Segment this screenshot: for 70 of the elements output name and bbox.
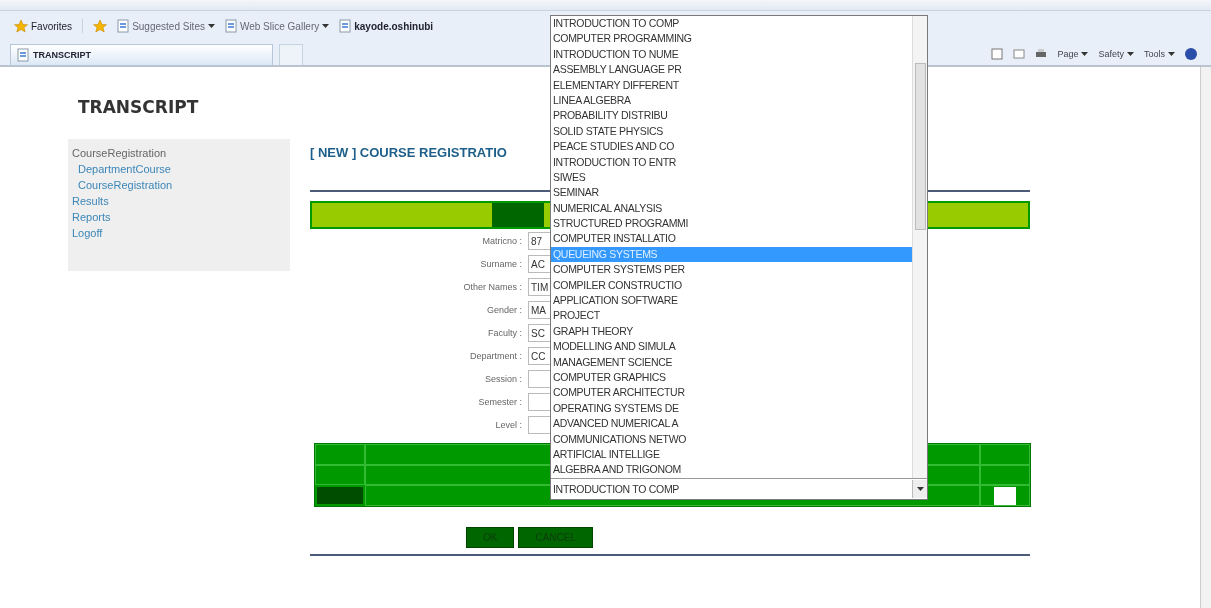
- sidebar-link[interactable]: CourseRegistration: [72, 177, 290, 193]
- favorites-link[interactable]: Suggested Sites: [117, 19, 215, 33]
- page-title: TRANSCRIPT: [78, 97, 199, 117]
- dropdown-option[interactable]: OPERATING SYSTEMS DE: [551, 400, 912, 417]
- field-label: Surname :: [480, 259, 522, 269]
- table-cell: [315, 464, 365, 485]
- page-icon: [117, 19, 130, 33]
- sidebar-link[interactable]: Logoff: [72, 225, 290, 241]
- course-select[interactable]: INTRODUCTION TO COMP: [551, 477, 927, 499]
- toolbar-menu[interactable]: Tools: [1144, 49, 1175, 59]
- toolbar-menu[interactable]: Safety: [1098, 49, 1134, 59]
- dropdown-option[interactable]: NUMERICAL ANALYSIS: [551, 200, 912, 217]
- sidebar-link[interactable]: DepartmentCourse: [72, 161, 290, 177]
- dropdown-option[interactable]: INTRODUCTION TO NUME: [551, 46, 912, 63]
- dropdown-option[interactable]: ADVANCED NUMERICAL A: [551, 416, 912, 432]
- page-icon: [17, 48, 29, 62]
- sidebar-link[interactable]: Results: [72, 193, 290, 209]
- dropdown-option[interactable]: SIWES: [551, 169, 912, 186]
- dropdown-option[interactable]: SEMINAR: [551, 185, 912, 201]
- field-label: Department :: [469, 351, 522, 361]
- favorites-link[interactable]: kayode.oshinubi: [339, 19, 434, 33]
- dropdown-option[interactable]: STRUCTURED PROGRAMMI: [551, 216, 912, 232]
- dropdown-option[interactable]: COMPUTER ARCHITECTUR: [551, 385, 912, 401]
- dropdown-option[interactable]: COMPUTER PROGRAMMING: [551, 31, 912, 47]
- field-label: Faculty :: [488, 328, 522, 338]
- dropdown-option[interactable]: PEACE STUDIES AND CO: [551, 139, 912, 155]
- dropdown-option[interactable]: INTRODUCTION TO COMP: [551, 16, 912, 32]
- help-icon[interactable]: [1185, 48, 1197, 60]
- caret-icon: [1127, 52, 1134, 56]
- new-tab-button[interactable]: [279, 44, 303, 65]
- dropdown-option[interactable]: PROBABILITY DISTRIBU: [551, 108, 912, 124]
- caret-icon: [1168, 52, 1175, 56]
- mail-icon[interactable]: [1013, 49, 1026, 59]
- browser-tab[interactable]: TRANSCRIPT: [10, 44, 273, 65]
- favorites-link[interactable]: Web Slice Gallery: [224, 19, 330, 33]
- caret-icon: [322, 24, 330, 28]
- dropdown-option[interactable]: SOLID STATE PHYSICS: [551, 123, 912, 140]
- dropdown-option[interactable]: ARTIFICIAL INTELLIGE: [551, 446, 912, 463]
- add-favorite-icon: [93, 19, 108, 33]
- page-icon: [339, 19, 352, 33]
- field-label: Gender :: [486, 305, 522, 315]
- field-label: Other Names :: [463, 282, 522, 292]
- dropdown-option[interactable]: ELEMENTARY DIFFERENT: [551, 77, 912, 93]
- field-label: Session :: [484, 374, 522, 384]
- field-label: Matricno :: [482, 236, 522, 246]
- field-label: Level :: [495, 420, 522, 430]
- table-cell: [980, 444, 1030, 465]
- sidebar-link[interactable]: CourseRegistration: [72, 145, 290, 161]
- sidebar-link[interactable]: Reports: [72, 209, 290, 225]
- toolbar-menu[interactable]: Page: [1057, 49, 1089, 59]
- printer-icon[interactable]: [1035, 49, 1048, 59]
- page-icon: [224, 19, 237, 33]
- scrollbar[interactable]: [1200, 67, 1211, 608]
- scrollbar[interactable]: [912, 16, 927, 478]
- caret-icon: [1081, 52, 1089, 56]
- table-cell: [315, 444, 365, 465]
- star-icon: [14, 19, 28, 33]
- dropdown-option[interactable]: INTRODUCTION TO ENTR: [551, 154, 912, 170]
- home-icon[interactable]: [991, 48, 1004, 60]
- dropdown-option[interactable]: COMMUNICATIONS NETWO: [551, 431, 912, 447]
- caret-icon: [916, 486, 924, 491]
- dropdown-option[interactable]: COMPUTER GRAPHICS: [551, 370, 912, 386]
- caret-icon: [207, 24, 215, 28]
- field-label: Semester :: [478, 397, 522, 407]
- dropdown-option[interactable]: ASSEMBLY LANGUAGE PR: [551, 62, 912, 78]
- section-heading: [ NEW ] COURSE REGISTRATIO: [310, 145, 507, 160]
- dropdown-option[interactable]: ALGEBRA AND TRIGONOM: [551, 462, 912, 478]
- dropdown-option[interactable]: LINEA ALGEBRA: [551, 92, 912, 109]
- favorites-button[interactable]: Favorites: [14, 19, 84, 33]
- input-field[interactable]: [994, 487, 1016, 505]
